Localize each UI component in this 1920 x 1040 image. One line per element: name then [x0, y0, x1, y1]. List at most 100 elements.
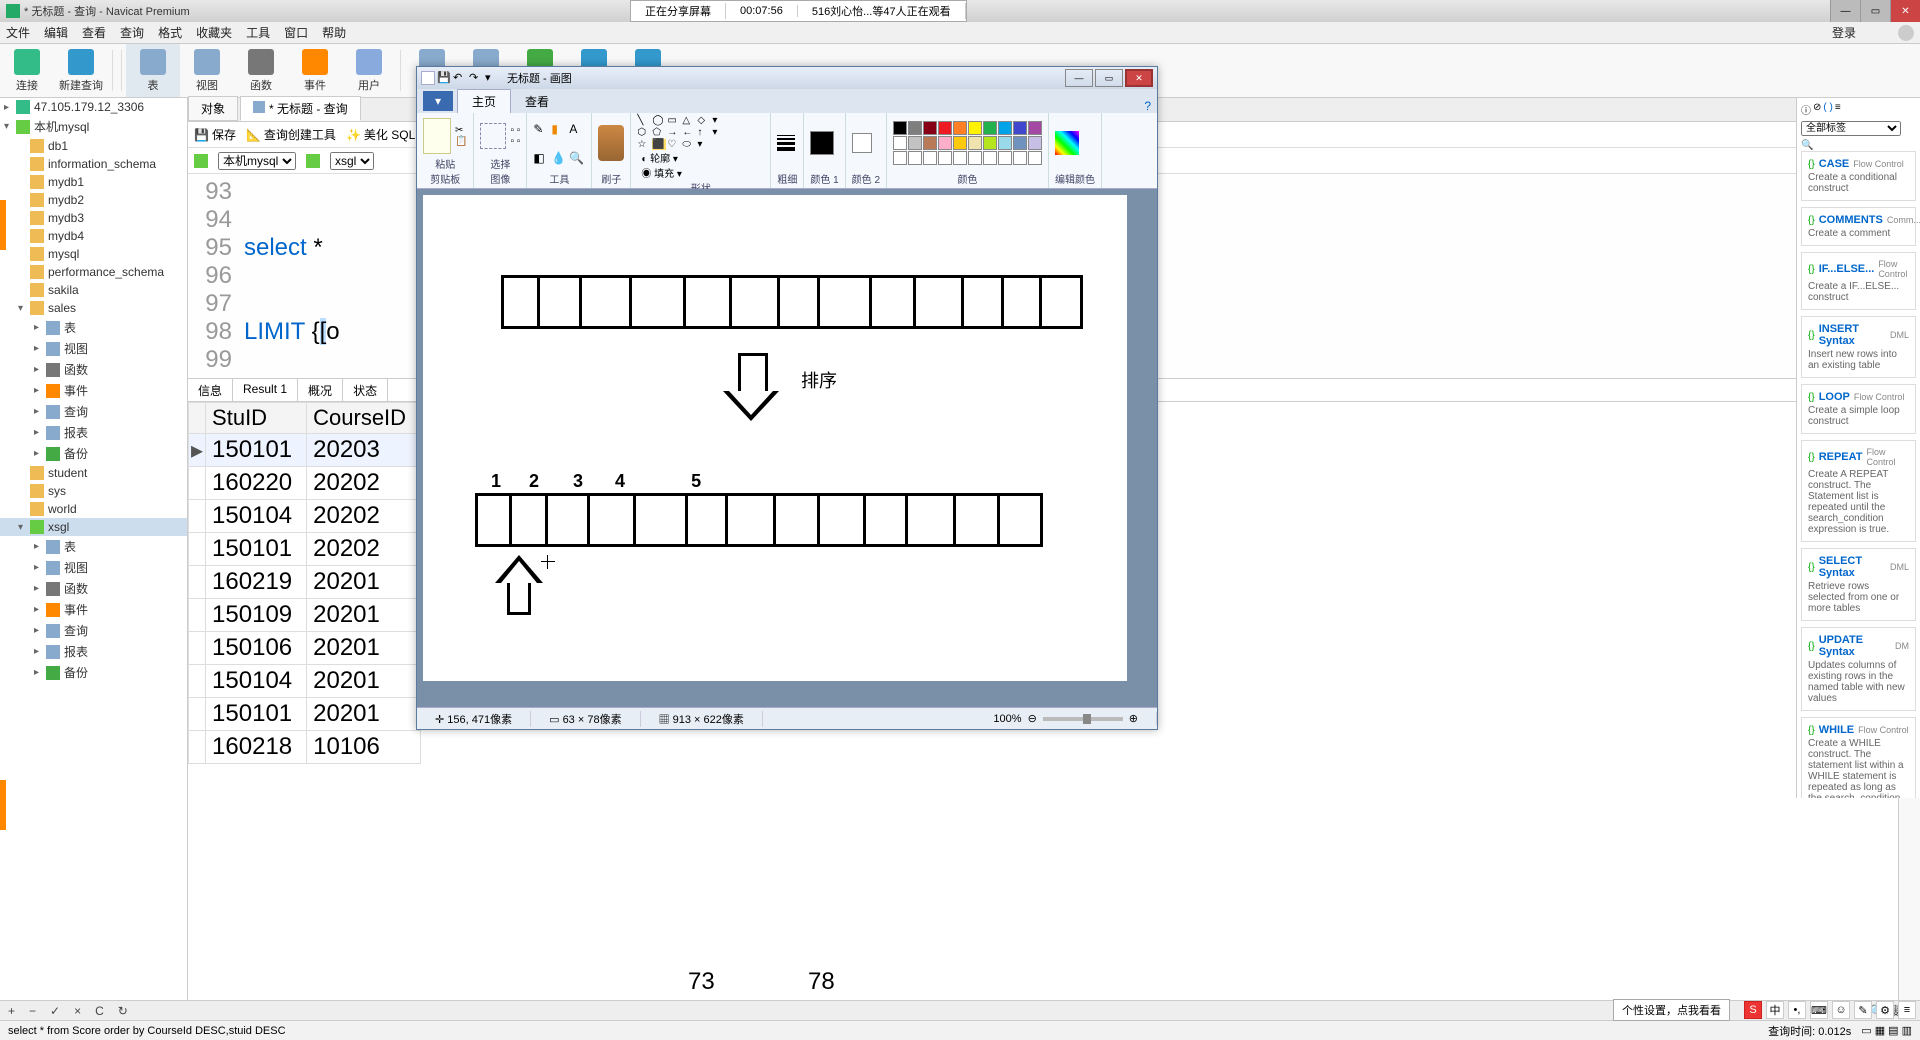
tree-sales-事件[interactable]: ▸事件	[0, 380, 187, 401]
connection-tree[interactable]: ▸47.105.179.12_3306 ▾本机mysql db1informat…	[0, 98, 188, 1000]
eraser-icon[interactable]: ◧	[533, 151, 549, 165]
toolbar-用户[interactable]: 用户	[342, 44, 396, 97]
paint-close-button[interactable]: ✕	[1125, 69, 1153, 87]
palette-swatch[interactable]	[968, 136, 982, 150]
palette-swatch[interactable]	[998, 136, 1012, 150]
palette-swatch[interactable]	[938, 136, 952, 150]
undo-icon[interactable]: ↶	[453, 71, 467, 85]
ime-handwrite-icon[interactable]: ✎	[1854, 1001, 1872, 1019]
pencil-icon[interactable]: ✎	[533, 122, 549, 136]
tree-xsgl-查询[interactable]: ▸查询	[0, 620, 187, 641]
palette-swatch[interactable]	[893, 151, 907, 165]
paint-zoom[interactable]: 100% ⊖ ⊕	[975, 712, 1157, 725]
palette-swatch[interactable]	[1013, 136, 1027, 150]
palette-swatch[interactable]	[938, 151, 952, 165]
tree-sales-视图[interactable]: ▸视图	[0, 338, 187, 359]
refresh-button[interactable]: ↻	[118, 1004, 128, 1018]
tree-db-world[interactable]: world	[0, 500, 187, 518]
toolbar-函数[interactable]: 函数	[234, 44, 288, 97]
palette-swatch[interactable]	[953, 136, 967, 150]
list-icon[interactable]: ≡	[1835, 102, 1841, 117]
ime-emoji-icon[interactable]: ☺	[1832, 1001, 1850, 1019]
menu-file[interactable]: 文件	[6, 24, 30, 41]
tree-db-information_schema[interactable]: information_schema	[0, 155, 187, 173]
tree-db-mydb1[interactable]: mydb1	[0, 173, 187, 191]
menu-view[interactable]: 查看	[82, 24, 106, 41]
help-icon[interactable]: ?	[1144, 99, 1151, 113]
tree-db-performance_schema[interactable]: performance_schema	[0, 263, 187, 281]
menu-tools[interactable]: 工具	[246, 24, 270, 41]
paint-tab-view[interactable]: 查看	[511, 90, 563, 113]
palette-swatch[interactable]	[953, 151, 967, 165]
fill-button[interactable]: ◉ 填充 ▾	[641, 165, 764, 180]
palette-swatch[interactable]	[968, 151, 982, 165]
tree-db-sakila[interactable]: sakila	[0, 281, 187, 299]
tree-db-student[interactable]: student	[0, 464, 187, 482]
table-row[interactable]: 15010120202	[189, 533, 421, 566]
tree-db-mydb3[interactable]: mydb3	[0, 209, 187, 227]
palette-swatch[interactable]	[908, 121, 922, 135]
palette-swatch[interactable]	[1028, 136, 1042, 150]
paint-tab-home[interactable]: 主页	[457, 89, 511, 113]
remove-button[interactable]: −	[29, 1004, 36, 1018]
tree-root[interactable]: ▸47.105.179.12_3306	[0, 98, 187, 116]
zoom-in-button[interactable]: ⊕	[1129, 712, 1138, 725]
tree-db-mydb4[interactable]: mydb4	[0, 227, 187, 245]
rtab-info[interactable]: 信息	[188, 379, 233, 401]
tree-db-mysql[interactable]: mysql	[0, 245, 187, 263]
rtab-result1[interactable]: Result 1	[233, 379, 298, 401]
paste-button[interactable]	[423, 118, 451, 154]
copy-icon[interactable]: 📋	[455, 136, 467, 147]
tree-sales-报表[interactable]: ▸报表	[0, 422, 187, 443]
palette-swatch[interactable]	[923, 121, 937, 135]
tree-db-sys[interactable]: sys	[0, 482, 187, 500]
rtab-status[interactable]: 状态	[343, 379, 388, 401]
menu-format[interactable]: 格式	[158, 24, 182, 41]
palette-swatch[interactable]	[1013, 151, 1027, 165]
tab-query[interactable]: * 无标题 - 查询	[240, 96, 361, 121]
table-row[interactable]: 15010120201	[189, 698, 421, 731]
table-row[interactable]: 15010620201	[189, 632, 421, 665]
palette-swatch[interactable]	[1013, 121, 1027, 135]
paint-titlebar[interactable]: 💾 ↶ ↷ ▾ 无标题 - 画图 — ▭ ✕	[417, 67, 1157, 89]
tree-sales-查询[interactable]: ▸查询	[0, 401, 187, 422]
tree-sales-表[interactable]: ▸表	[0, 317, 187, 338]
text-icon[interactable]: A	[569, 122, 585, 136]
ime-settings-icon[interactable]: ⚙	[1876, 1001, 1894, 1019]
maximize-button[interactable]: ▭	[1860, 0, 1890, 22]
paint-maximize-button[interactable]: ▭	[1095, 69, 1123, 87]
table-row[interactable]: 16022020202	[189, 467, 421, 500]
toolbar-表[interactable]: 表	[126, 44, 180, 97]
tree-db-db1[interactable]: db1	[0, 137, 187, 155]
palette-swatch[interactable]	[983, 121, 997, 135]
tree-host[interactable]: ▾本机mysql	[0, 116, 187, 137]
snippet-COMMENTS[interactable]: {}COMMENTS Comm... Create a comment	[1801, 207, 1916, 246]
menu-query[interactable]: 查询	[120, 24, 144, 41]
c-button[interactable]: C	[95, 1004, 104, 1018]
tree-sales-函数[interactable]: ▸函数	[0, 359, 187, 380]
palette-swatch[interactable]	[1028, 121, 1042, 135]
palette-swatch[interactable]	[893, 121, 907, 135]
apply-button[interactable]: ✓	[50, 1004, 60, 1018]
search-icon[interactable]: 🔍	[1801, 140, 1813, 151]
block-icon[interactable]: ⊘	[1813, 102, 1821, 117]
tree-xsgl-事件[interactable]: ▸事件	[0, 599, 187, 620]
tag-filter[interactable]: 全部标签	[1801, 121, 1901, 136]
color2-swatch[interactable]	[852, 133, 872, 153]
edit-colors-button[interactable]	[1055, 131, 1079, 155]
table-row[interactable]: 15010920201	[189, 599, 421, 632]
close-button[interactable]: ✕	[1890, 0, 1920, 22]
tree-xsgl-视图[interactable]: ▸视图	[0, 557, 187, 578]
paint-canvas[interactable]: 排序 12345	[423, 195, 1127, 681]
color-palette[interactable]	[893, 121, 1042, 165]
outline-button[interactable]: ◐ 轮廓 ▾	[641, 150, 764, 165]
palette-swatch[interactable]	[953, 121, 967, 135]
minimize-button[interactable]: —	[1830, 0, 1860, 22]
db-select[interactable]: xsgl	[330, 152, 374, 170]
braces-icon[interactable]: ( )	[1823, 102, 1832, 117]
cancel-button[interactable]: ×	[74, 1004, 81, 1018]
ime-menu-icon[interactable]: ≡	[1898, 1001, 1916, 1019]
palette-swatch[interactable]	[983, 136, 997, 150]
snippet-LOOP[interactable]: {}LOOP Flow Control Create a simple loop…	[1801, 384, 1916, 434]
snippet-SELECT Syntax[interactable]: {}SELECT Syntax DML Retrieve rows select…	[1801, 548, 1916, 621]
